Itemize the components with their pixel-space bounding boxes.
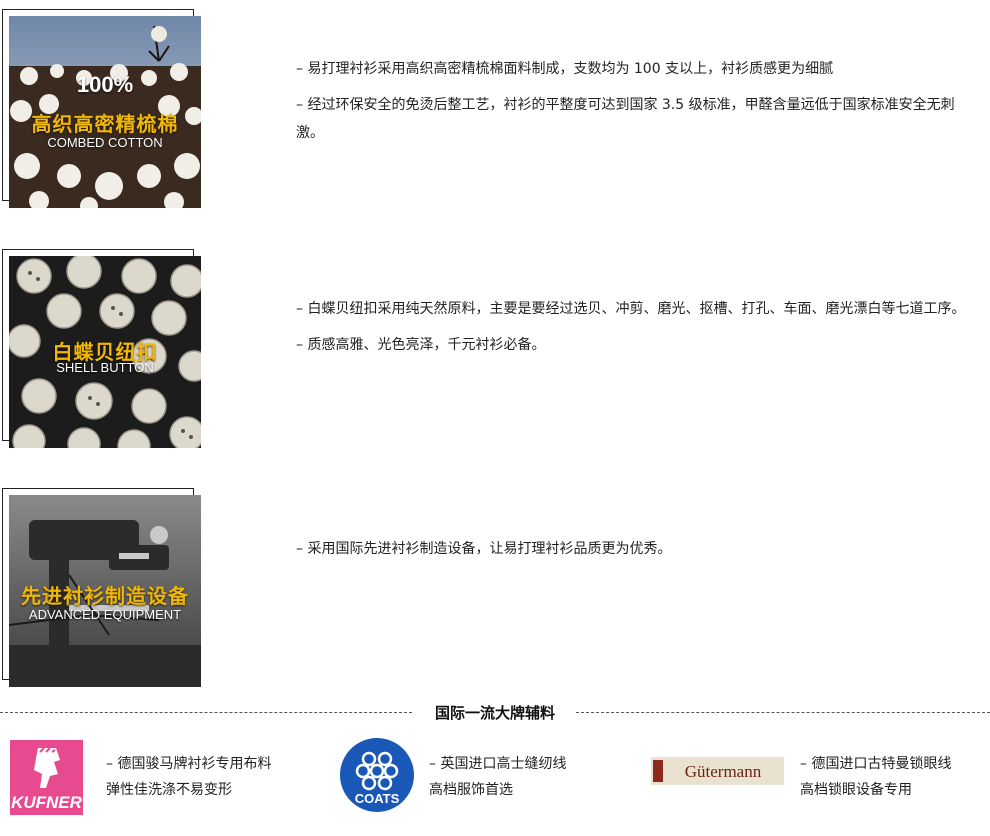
feature-description: – 白蝶贝纽扣采用纯天然原料，主要是要经过选贝、冲剪、磨光、抠槽、打孔、车面、磨…	[296, 295, 966, 367]
description-line: – 质感高雅、光色亮泽，千元衬衫必备。	[296, 337, 546, 353]
badge-title-cn: 先进衬衫制造设备	[21, 584, 189, 608]
description-line: – 白蝶贝纽扣采用纯天然原料，主要是要经过选贝、冲剪、磨光、抠槽、打孔、车面、磨…	[296, 301, 966, 317]
brand-line-1: – 英国进口高士缝纫线	[429, 756, 567, 772]
brand-line-2: 弹性佳洗涤不易变形	[106, 782, 232, 798]
cotton-image: 100% 高织高密精梳棉 COMBED COTTON	[9, 16, 201, 208]
description-line: – 经过环保安全的免烫后整工艺，衬衫的平整度可达到国家 3.5 级标准，甲醛含量…	[296, 97, 955, 141]
equipment-image: 先进衬衫制造设备 ADVANCED EQUIPMENT	[9, 495, 201, 687]
brand-description: – 德国进口古特曼锁眼线 高档锁眼设备专用	[800, 751, 951, 803]
brand-line-1: – 德国进口古特曼锁眼线	[800, 756, 952, 772]
feature-description: – 易打理衬衫采用高织高密精梳棉面料制成，支数均为 100 支以上，衬衫质感更为…	[296, 55, 966, 155]
badge-title-cn: 高织高密精梳棉	[31, 112, 179, 136]
svg-text:KUFNER: KUFNER	[11, 793, 83, 812]
feature-equipment: 先进衬衫制造设备 ADVANCED EQUIPMENT – 采用国际先进衬衫制造…	[0, 488, 990, 703]
section-title: 国际一流大牌辅料	[0, 702, 990, 723]
kufner-logo: KUFNER	[10, 740, 83, 815]
badge-title-en: COMBED COTTON	[47, 135, 163, 150]
svg-text:COATS: COATS	[355, 791, 400, 806]
brand-line-2: 高档服饰首选	[429, 782, 513, 798]
brand-description: – 德国骏马牌衬衫专用布料 弹性佳洗涤不易变形	[106, 751, 271, 803]
badge-percent: 100%	[76, 72, 134, 97]
button-image: 白蝶贝纽扣 SHELL BUTTON	[9, 256, 201, 448]
brand-line-1: – 德国骏马牌衬衫专用布料	[106, 756, 272, 772]
description-line: – 采用国际先进衬衫制造设备，让易打理衬衫品质更为优秀。	[296, 541, 672, 557]
feature-description: – 采用国际先进衬衫制造设备，让易打理衬衫品质更为优秀。	[296, 535, 966, 571]
gutermann-logo: Gütermann	[651, 757, 784, 785]
badge-title-en: SHELL BUTTON	[56, 360, 154, 375]
coats-logo: COATS	[339, 737, 415, 813]
feature-shell-button: 白蝶贝纽扣 SHELL BUTTON – 白蝶贝纽扣采用纯天然原料，主要是要经过…	[0, 249, 990, 464]
brand-line-2: 高档锁眼设备专用	[800, 782, 912, 798]
svg-text:Gütermann: Gütermann	[685, 762, 762, 781]
description-line: – 易打理衬衫采用高织高密精梳棉面料制成，支数均为 100 支以上，衬衫质感更为…	[296, 61, 834, 77]
badge-title-en: ADVANCED EQUIPMENT	[28, 607, 182, 622]
feature-cotton: 100% 高织高密精梳棉 COMBED COTTON – 易打理衬衫采用高织高密…	[0, 9, 990, 224]
brand-description: – 英国进口高士缝纫线 高档服饰首选	[429, 751, 566, 803]
